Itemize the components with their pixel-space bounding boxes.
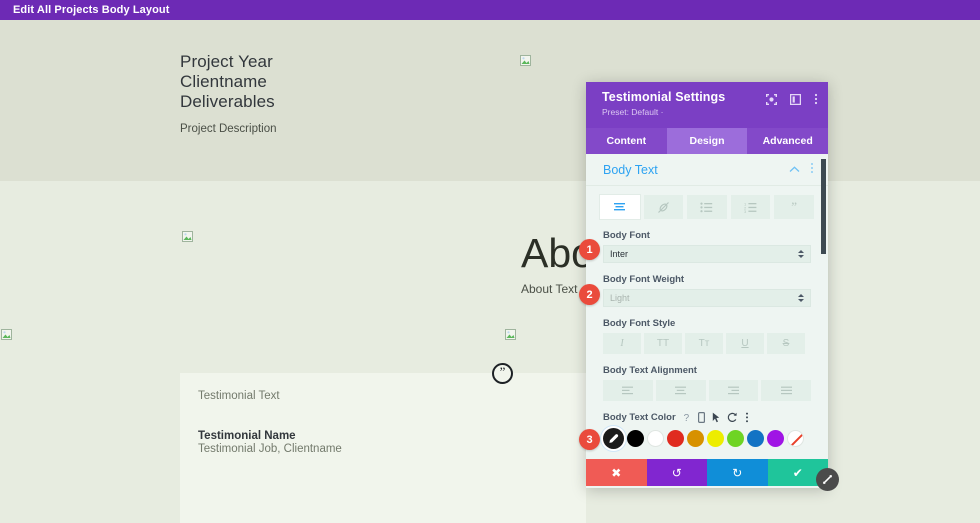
font-style-strikethrough-button[interactable]: S (767, 333, 805, 354)
project-line-clientname: Clientname (180, 72, 267, 91)
spinner-icon (798, 294, 804, 302)
project-line-year: Project Year (180, 52, 273, 71)
swatch-no-color[interactable] (787, 430, 804, 447)
callout-badge-3: 3 (579, 429, 600, 450)
more-vertical-icon[interactable] (745, 412, 749, 423)
swatch-purple[interactable] (767, 430, 784, 447)
font-style-smallcaps-button[interactable]: Tᴛ (685, 333, 723, 354)
project-description: Project Description (180, 123, 277, 135)
undo-button[interactable]: ↺ (646, 459, 707, 486)
reset-icon[interactable] (727, 412, 738, 423)
field-body-text-color: Body Text Color ? (586, 401, 828, 449)
cancel-button[interactable]: ✖ (586, 459, 647, 486)
subtab-link-off-icon[interactable] (643, 195, 684, 219)
about-caption: About Text (521, 282, 578, 296)
admin-bar-title: Edit All Projects Body Layout (13, 4, 170, 16)
font-style-buttons: I TT Tᴛ U S (603, 333, 811, 354)
section-title: Body Text (603, 162, 658, 177)
align-center-icon[interactable] (655, 380, 706, 401)
text-alignment-buttons (603, 380, 811, 401)
modal-tabs: Content Design Advanced (586, 128, 828, 154)
field-label: Body Font Style (603, 318, 676, 329)
body-font-weight-value: Light (610, 293, 630, 303)
swatch-yellow[interactable] (707, 430, 724, 447)
field-body-font-style: Body Font Style I TT Tᴛ U S (586, 307, 828, 354)
font-style-uppercase-button[interactable]: TT (644, 333, 682, 354)
testimonial-name: Testimonial Name (198, 430, 296, 442)
field-body-font: Body Font Inter (586, 219, 828, 263)
font-style-italic-button[interactable]: I (603, 333, 641, 354)
help-icon[interactable]: ? (683, 412, 691, 423)
layout-split-icon[interactable] (790, 93, 801, 105)
svg-text:?: ? (683, 413, 689, 423)
modal-footer: ✖ ↺ ↻ ✔ (586, 459, 828, 486)
swatch-orange[interactable] (687, 430, 704, 447)
mobile-icon[interactable] (697, 412, 705, 423)
field-label: Body Font Weight (603, 274, 685, 285)
color-swatches (603, 428, 811, 449)
broken-image-icon (519, 54, 532, 67)
project-info-block: Project Year Clientname Deliverables Pro… (180, 52, 277, 135)
testimonial-text: Testimonial Text (198, 390, 280, 402)
swatch-blue[interactable] (747, 430, 764, 447)
panel-scrollbar-thumb[interactable] (821, 159, 826, 254)
body-font-select[interactable]: Inter (603, 245, 811, 263)
admin-bar: Edit All Projects Body Layout (0, 0, 980, 20)
quote-icon: ” (492, 363, 513, 384)
resize-handle-icon[interactable] (816, 468, 839, 491)
settings-panel-body: Body Text 123 ” Body Font Inter Body Fon… (586, 154, 828, 459)
broken-image-icon (504, 328, 517, 341)
project-line-deliverables: Deliverables (180, 92, 275, 111)
field-label: Body Font (603, 230, 650, 241)
callout-badge-2: 2 (579, 284, 600, 305)
subtab-quote-icon[interactable]: ” (774, 195, 814, 219)
tab-advanced[interactable]: Advanced (747, 128, 828, 154)
broken-image-icon (0, 328, 13, 341)
target-icon[interactable] (766, 93, 777, 105)
testimonial-job: Testimonial Job, Clientname (198, 443, 342, 455)
color-field-header: Body Text Color ? (603, 412, 811, 423)
section-header-body-text[interactable]: Body Text (586, 154, 828, 186)
testimonial-settings-modal: Testimonial Settings Preset: Default · C… (586, 82, 828, 488)
align-left-icon[interactable] (603, 380, 653, 401)
page-band-top (0, 20, 980, 181)
font-style-underline-button[interactable]: U (726, 333, 764, 354)
body-text-subtabs: 123 ” (586, 186, 828, 219)
spinner-icon (798, 250, 804, 258)
body-font-value: Inter (610, 249, 629, 259)
tab-design[interactable]: Design (666, 128, 748, 154)
modal-header: Testimonial Settings Preset: Default · (586, 82, 828, 128)
subtab-text-align-icon[interactable] (600, 195, 640, 219)
subtab-list-icon[interactable] (687, 195, 727, 219)
chevron-up-icon[interactable] (789, 165, 800, 175)
subtab-list-ordered-icon[interactable]: 123 (730, 195, 771, 219)
broken-image-icon (181, 230, 194, 243)
align-justify-icon[interactable] (761, 380, 811, 401)
field-label: Body Text Color (603, 412, 676, 423)
body-font-weight-select[interactable]: Light (603, 289, 811, 307)
redo-button[interactable]: ↻ (707, 459, 768, 486)
more-vertical-icon[interactable] (814, 93, 818, 105)
swatch-green[interactable] (727, 430, 744, 447)
cursor-icon[interactable] (712, 412, 720, 423)
modal-preset[interactable]: Preset: Default · (602, 107, 816, 117)
swatch-black[interactable] (627, 430, 644, 447)
svg-text:3: 3 (744, 209, 747, 213)
swatch-eyedropper[interactable] (603, 428, 624, 449)
more-vertical-icon[interactable] (810, 162, 814, 177)
swatch-red[interactable] (667, 430, 684, 447)
tab-content[interactable]: Content (586, 128, 667, 154)
field-body-text-alignment: Body Text Alignment (586, 354, 828, 401)
align-right-icon[interactable] (708, 380, 759, 401)
field-label: Body Text Alignment (603, 365, 697, 376)
swatch-white[interactable] (647, 430, 664, 447)
callout-badge-1: 1 (579, 239, 600, 260)
modal-header-icons (766, 93, 818, 105)
field-body-font-weight: Body Font Weight Light (586, 263, 828, 307)
